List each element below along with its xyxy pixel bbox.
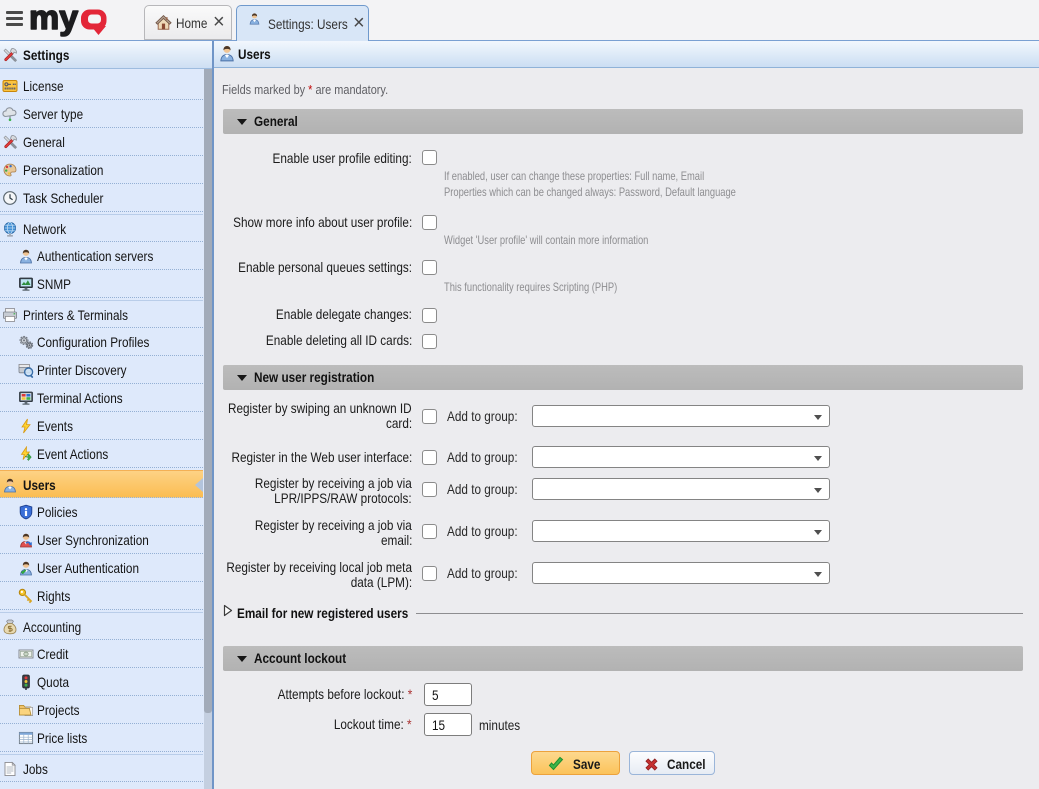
svg-text:my: my	[29, 3, 78, 37]
